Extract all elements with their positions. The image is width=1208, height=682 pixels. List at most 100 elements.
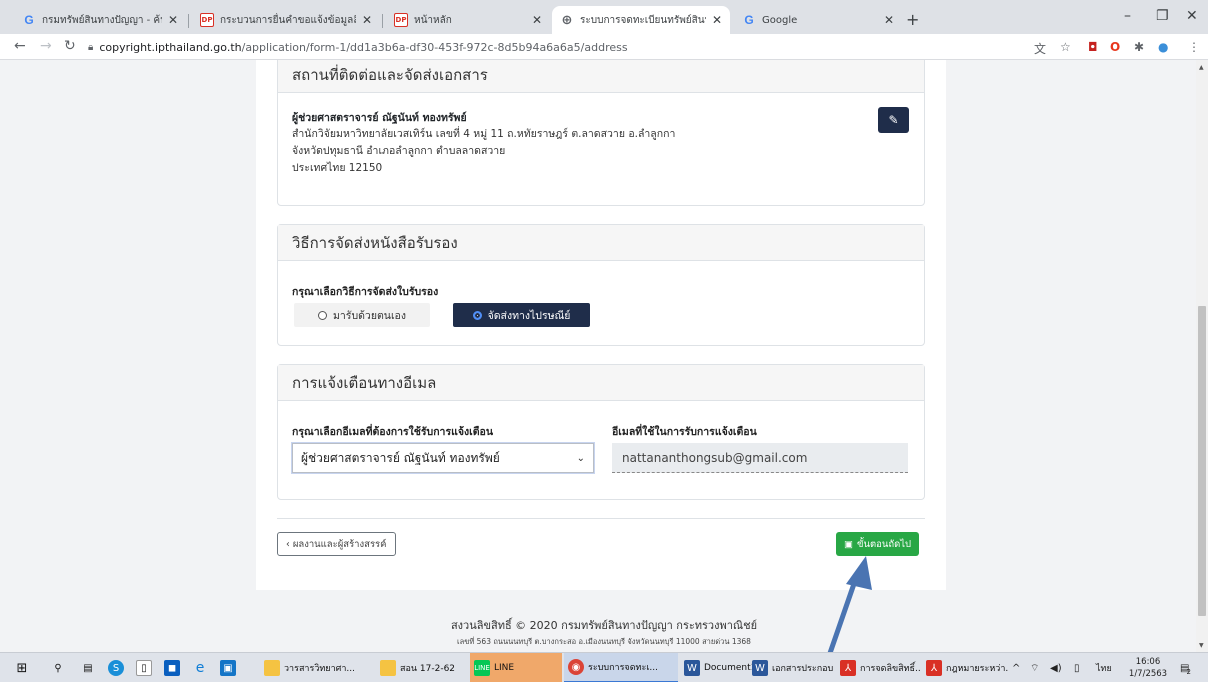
delivery-card: วิธีการจัดส่งหนังสือรับรอง กรุณาเลือกวิธ… (277, 224, 925, 346)
browser-tab-4-active[interactable]: ⊕ ระบบการจดทะเบียนทรัพย์สินทางปัญญ ✕ (552, 6, 730, 34)
profile-avatar-icon[interactable]: ● (1158, 40, 1168, 54)
volume-icon[interactable]: ◀) (1050, 653, 1062, 682)
opera-icon[interactable]: O (1110, 40, 1120, 54)
forward-arrow-icon[interactable]: → (40, 38, 52, 54)
extensions-puzzle-icon[interactable]: ✱ (1134, 40, 1144, 54)
email-address-field: nattananthongsub@gmail.com (612, 443, 908, 473)
pocket-icon[interactable]: ◘ (1088, 40, 1098, 54)
previous-step-button[interactable]: ‹ ผลงานและผู้สร้างสรรค์ (277, 532, 396, 556)
email-card-title: การแจ้งเตือนทางอีเมล (278, 365, 924, 401)
tray-overflow-icon[interactable]: ^ (1012, 653, 1020, 682)
browser-menu-icon[interactable]: ⋮ (1188, 40, 1200, 54)
url-bar[interactable]: 🔒︎ copyright.ipthailand.go.th /applicati… (88, 37, 1028, 57)
address-line-1: สำนักวิจัยมหาวิทยาลัยเวสเทิร์น เลขที่ 4 … (292, 128, 676, 140)
line-app-icon: LINE (474, 660, 490, 676)
taskbar-item-label: การจดลิขสิทธิ์... (860, 664, 920, 674)
new-tab-button[interactable]: + (906, 10, 919, 29)
lock-icon: 🔒︎ (88, 41, 94, 53)
taskbar-item-label: ระบบการจดทะเ... (588, 663, 658, 673)
taskbar-item-2[interactable]: สอน 17-2-62 (376, 653, 468, 682)
browser-tab-2[interactable]: DP กระบวนการยื่นคำขอแจ้งข้อมูลลิขสิทธิ์ … (192, 6, 380, 34)
footer-copyright: สงวนลิขสิทธิ์ © 2020 กรมทรัพย์สินทางปัญญ… (450, 619, 758, 632)
email-address-label: อีเมลที่ใช้ในการรับการแจ้งเตือน (612, 426, 757, 438)
previous-step-label: ผลงานและผู้สร้างสรรค์ (292, 538, 387, 550)
close-icon[interactable]: ✕ (362, 13, 372, 27)
browser-tab-5[interactable]: G Google ✕ (734, 6, 902, 34)
contact-name: ผู้ช่วยศาสตราจารย์ ณัฐนันท์ ทองทรัพย์ (292, 112, 467, 124)
windows-taskbar: ⊞ ⚲ ▤ S ▯ ◼ e ▣ วารสารวิทยาศา... สอน 17-… (0, 652, 1208, 682)
next-step-button[interactable]: ▣ ขั้นตอนถัดไป (836, 532, 920, 556)
minimize-button[interactable]: – (1124, 8, 1131, 24)
language-indicator[interactable]: ไทย (1096, 653, 1112, 682)
email-address-value: nattananthongsub@gmail.com (622, 450, 808, 465)
battery-icon[interactable]: ▯ (1074, 653, 1080, 682)
taskbar-item-label: สอน 17-2-62 (400, 664, 456, 674)
browser-tab-3[interactable]: DP หน้าหลัก ✕ (386, 6, 550, 34)
address-line-2: จังหวัดปทุมธานี อำเภอลำลูกกา ตำบลลาดสวาย (292, 145, 506, 157)
email-select-label: กรุณาเลือกอีเมลที่ต้องการใช้รับการแจ้งเต… (292, 426, 494, 438)
dp-favicon-icon: DP (200, 13, 214, 27)
mail-option-label: จัดส่งทางไปรษณีย์ (487, 309, 571, 322)
skype-button[interactable]: S (108, 653, 128, 682)
close-icon[interactable]: ✕ (532, 13, 542, 27)
email-recipient-select[interactable]: ผู้ช่วยศาสตราจารย์ ณัฐนันท์ ทองทรัพย์ ⌄ (291, 442, 595, 474)
close-icon[interactable]: ✕ (884, 13, 894, 27)
taskbar-item-8[interactable]: ⅄ กฎหมายระหว่า... (922, 653, 1008, 682)
tab-label: Google (762, 14, 798, 26)
mail-option[interactable]: จัดส่งทางไปรษณีย์ (453, 303, 590, 327)
next-step-label: ขั้นตอนถัดไป (856, 538, 912, 550)
word-icon: W (684, 660, 700, 676)
reload-icon[interactable]: ↻ (64, 38, 76, 54)
pdf-icon: ⅄ (840, 660, 856, 676)
pickup-option-label: มารับด้วยตนเอง (332, 309, 406, 322)
taskbar-item-label: เอกสารประกอบ... (772, 664, 834, 674)
vertical-scrollbar[interactable]: ▲ ▼ (1196, 60, 1208, 652)
start-button[interactable]: ⊞ (14, 653, 34, 682)
taskbar-item-1[interactable]: วารสารวิทยาศา... (260, 653, 374, 682)
taskbar-item-label: วารสารวิทยาศา... (284, 664, 355, 674)
tab-label: กระบวนการยื่นคำขอแจ้งข้อมูลลิขสิทธิ์ (220, 14, 356, 26)
search-button[interactable]: ⚲ (50, 653, 70, 682)
google-icon: G (744, 13, 754, 27)
edge-icon: e (195, 660, 205, 676)
scroll-up-icon[interactable]: ▲ (1199, 64, 1204, 71)
back-arrow-icon[interactable]: ← (14, 38, 26, 54)
taskbar-item-7[interactable]: ⅄ การจดลิขสิทธิ์... (836, 653, 920, 682)
edge-button[interactable]: e (192, 653, 212, 682)
url-host: copyright.ipthailand.go.th (99, 40, 242, 54)
notification-center-button[interactable]: ▤ 2 (1180, 653, 1191, 682)
scroll-thumb[interactable] (1198, 306, 1206, 616)
maximize-button[interactable]: ❐ (1156, 8, 1169, 24)
email-recipient-value: ผู้ช่วยศาสตราจารย์ ณัฐนันท์ ทองทรัพย์ (301, 450, 500, 465)
radio-checked-icon (472, 310, 482, 320)
scroll-down-icon[interactable]: ▼ (1199, 642, 1204, 649)
notification-count: 2 (1186, 668, 1191, 676)
page-viewport: สถานที่ติดต่อและจัดส่งเอกสาร ผู้ช่วยศาสต… (0, 60, 1208, 652)
clock-date: 1/7/2563 (1128, 669, 1168, 679)
browser-tab-1[interactable]: G กรมทรัพย์สินทางปัญญา - ค้นหาด้วย G ✕ (14, 6, 186, 34)
tab-label: หน้าหลัก (414, 14, 452, 26)
wifi-icon[interactable]: ⌔ (1030, 653, 1039, 682)
edit-address-button[interactable]: ✎ (878, 107, 909, 133)
email-card: การแจ้งเตือนทางอีเมล กรุณาเลือกอีเมลที่ต… (277, 364, 925, 500)
task-view-button[interactable]: ▤ (80, 653, 100, 682)
bookmark-star-icon[interactable]: ☆ (1060, 40, 1071, 54)
window-close-button[interactable]: ✕ (1186, 8, 1198, 24)
pickup-option[interactable]: มารับด้วยตนเอง (294, 303, 430, 327)
store-button[interactable]: ◼ (164, 653, 184, 682)
address-card-title: สถานที่ติดต่อและจัดส่งเอกสาร (278, 60, 924, 93)
taskbar-item-6[interactable]: W เอกสารประกอบ... (748, 653, 834, 682)
taskbar-item-4[interactable]: ◉ ระบบการจดทะเ... (564, 653, 678, 682)
taskbar-clock[interactable]: 16:06 1/7/2563 (1126, 656, 1170, 680)
skype-icon: S (108, 660, 124, 676)
photos-icon: ▣ (220, 660, 236, 676)
photos-button[interactable]: ▣ (220, 653, 240, 682)
close-icon[interactable]: ✕ (168, 13, 178, 27)
taskbar-item-3[interactable]: LINE LINE (470, 653, 562, 682)
close-icon[interactable]: ✕ (712, 13, 722, 27)
search-icon: ⚲ (54, 662, 62, 674)
divider (277, 518, 925, 519)
footer-address: เลขที่ 563 ถนนนนทบุรี ต.บางกระสอ อ.เมือง… (457, 637, 751, 646)
file-button[interactable]: ▯ (136, 653, 156, 682)
translate-icon[interactable]: 文 (1034, 40, 1046, 57)
